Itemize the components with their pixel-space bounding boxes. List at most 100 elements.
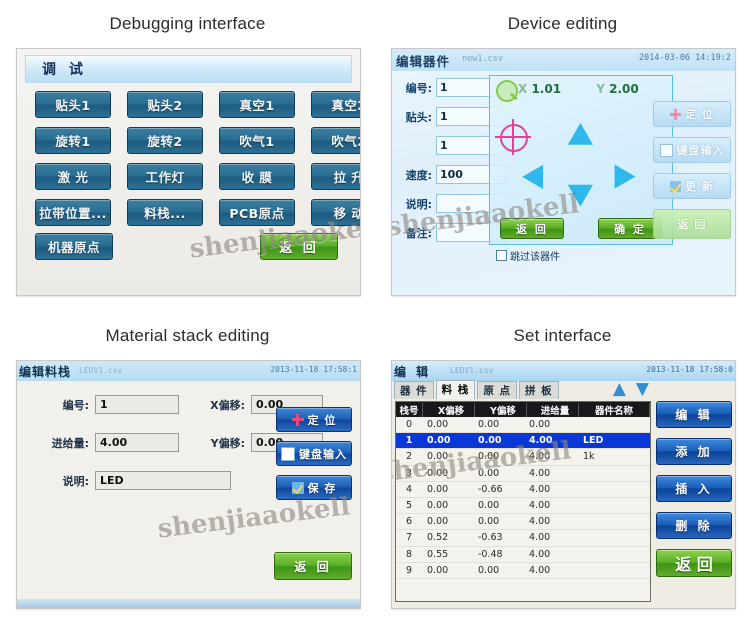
material-locate-label: 定 位 [307,413,337,427]
panel-device-editing: Device editing 编辑器件 new1.csv 2014-03-06 … [375,0,750,312]
material-label-id: 编号: [62,398,89,412]
debug-button-return[interactable]: 返 回 [260,233,338,260]
material-input-id[interactable]: 1 [95,395,179,414]
device-return-button[interactable]: 返 回 [653,209,731,239]
arrow-up-icon[interactable]: ▲ [613,381,626,398]
set-edit-button[interactable]: 编 辑 [656,401,732,428]
cell-feed: 4.00 [529,451,551,463]
set-tabs: 器 件 料 栈 原 点 拼 板 [394,380,561,399]
table-row[interactable]: 0 0.00 0.00 0.00 [396,417,650,434]
debug-button-tape-position[interactable]: 拉带位置... [35,199,111,226]
table-row[interactable]: 7 0.52 -0.63 4.00 [396,530,650,547]
device-locate-button[interactable]: 定 位 [653,101,731,127]
table-row[interactable]: 6 0.00 0.00 4.00 [396,514,650,531]
cell-y: 0.00 [478,419,500,431]
debug-button-blow1[interactable]: 吹气1 [219,127,295,154]
debug-button-move[interactable]: 移 动 [311,199,360,226]
table-row[interactable]: 8 0.55 -0.48 4.00 [396,547,650,563]
arrow-left-icon[interactable]: ⯇ [516,158,551,202]
magnifier-icon[interactable] [496,80,518,102]
debug-button-vacuum1[interactable]: 真空1 [219,91,295,118]
arrow-up-icon[interactable]: ⯅ [562,112,599,158]
material-save-button[interactable]: 保 存 [276,475,352,500]
debug-button-blow2[interactable]: 吹气2 [311,127,360,154]
material-locate-button[interactable]: 定 位 [276,407,352,432]
cell-feed: 4.00 [529,532,551,544]
tab-origin[interactable]: 原 点 [477,381,517,399]
set-side-buttons: 编 辑 添 加 插 入 删 除 返 回 [656,401,732,577]
table-row[interactable]: 5 0.00 0.00 4.00 [396,498,650,515]
cell-id: 7 [405,532,413,544]
debug-button-stack[interactable]: 料栈... [127,199,203,226]
tab-device[interactable]: 器 件 [394,381,434,399]
keyboard-icon [659,143,673,157]
device-label-remark: 备注: [405,226,432,240]
debug-button-head1[interactable]: 贴头1 [35,91,111,118]
cell-x: 0.00 [427,564,449,576]
debug-button-laser[interactable]: 激 光 [35,163,111,190]
debug-button-rotate1[interactable]: 旋转1 [35,127,111,154]
debug-button-worklight[interactable]: 工作灯 [127,163,203,190]
debug-button-vacuum2[interactable]: 真空2 [311,91,360,118]
save-icon [670,180,682,192]
cell-feed: 4.00 [529,500,551,512]
set-filename: LEDV1.csv [450,366,494,375]
device-filename: new1.csv [462,54,503,64]
cell-y: -0.63 [478,532,503,544]
cell-x: 0.00 [427,516,449,528]
device-update-button[interactable]: 更 新 [653,173,731,199]
device-datetime: 2014-03-06 14:19:2 [638,53,731,63]
device-skip-checkbox[interactable]: 跳过该器件 [496,248,560,263]
debug-button-lift[interactable]: 拉 升 [311,163,360,190]
material-save-label: 保 存 [307,481,337,495]
arrow-down-icon[interactable]: ⯆ [562,174,599,220]
material-input-description[interactable]: LED [95,471,231,490]
table-row[interactable]: 1 0.00 0.00 4.00 LED [396,433,650,450]
cell-feed: 4.00 [529,548,551,560]
checkbox-icon[interactable] [496,250,507,261]
arrow-down-icon[interactable]: ▼ [636,381,649,398]
device-keyboard-button[interactable]: 键盘输入 [653,137,731,163]
cell-id: 4 [405,483,413,495]
device-x-value: 1.01 [531,82,562,96]
tab-panel[interactable]: 拼 板 [518,381,559,399]
debug-button-rotate2[interactable]: 旋转2 [127,127,203,154]
cell-id: 1 [405,435,413,447]
cell-id: 5 [405,500,413,512]
debug-button-film[interactable]: 收 膜 [219,163,295,190]
tab-stack[interactable]: 料 栈 [435,380,476,399]
material-side-buttons: 定 位 键盘输入 保 存 [276,407,352,509]
debug-button-machine-origin[interactable]: 机器原点 [35,233,113,260]
arrow-right-icon[interactable]: ⯈ [606,158,641,202]
table-row[interactable]: 3 0.00 0.00 4.00 [396,466,650,482]
material-label-xoffset: X偏移: [210,398,245,412]
table-row[interactable]: 2 0.00 0.00 4.00 1k [396,449,650,466]
set-add-button[interactable]: 添 加 [656,438,732,465]
device-dialog-back-button[interactable]: 返 回 [500,218,564,239]
debug-button-pcb-origin[interactable]: PCB原点 [219,199,295,226]
set-titlebar: 编 辑 LEDV1.csv 2013-11-18 17:58:0 [392,361,735,381]
debug-screen: 调 试 贴头1 贴头2 真空1 真空2 旋转1 旋转2 吹气1 吹气2 激 光 … [16,48,361,296]
crosshair-icon[interactable] [495,119,531,155]
material-titlebar: 编辑料栈 LEDV1.csv 2013-11-18 17:58:1 [17,361,360,381]
device-label-head: 贴头: [405,110,432,124]
debug-button-head2[interactable]: 贴头2 [127,91,203,118]
debug-title: 调 试 [42,62,87,78]
cell-y: 0.00 [478,467,500,479]
debug-titlebar: 调 试 [25,55,352,83]
set-delete-button[interactable]: 删 除 [656,512,732,539]
table-header-xoffset: X偏移 [423,402,475,417]
panel-material-stack-editing: Material stack editing 编辑料栈 LEDV1.csv 20… [0,312,375,625]
cell-feed: 4.00 [529,435,553,447]
set-insert-button[interactable]: 插 入 [656,475,732,502]
device-label-id: 编号: [405,81,432,95]
material-return-button[interactable]: 返 回 [274,552,352,580]
caption-material-stack: Material stack editing [105,326,270,345]
material-footer-bar [17,599,360,608]
cell-id: 6 [405,516,413,528]
table-row[interactable]: 9 0.00 0.00 4.00 [396,563,650,579]
set-return-button[interactable]: 返 回 [656,549,732,577]
material-keyboard-button[interactable]: 键盘输入 [276,441,352,466]
material-input-feed[interactable]: 4.00 [95,433,179,452]
table-row[interactable]: 4 0.00 -0.66 4.00 [396,482,650,498]
